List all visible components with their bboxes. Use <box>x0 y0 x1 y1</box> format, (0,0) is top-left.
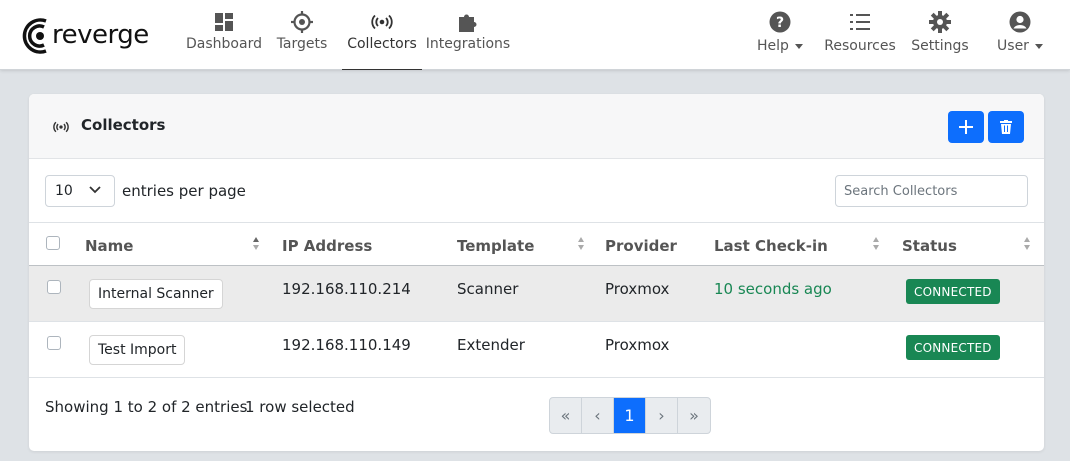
nav-targets[interactable]: Targets <box>276 0 328 70</box>
nav-dashboard[interactable]: Dashboard <box>186 0 262 70</box>
collectors-card: Collectors 10 entries per page Name IP A… <box>29 94 1044 451</box>
cell-template: Extender <box>457 336 525 354</box>
prev-page-button[interactable]: ‹ <box>582 398 614 433</box>
page-1-button[interactable]: 1 <box>614 398 646 433</box>
column-header-last-checkin[interactable]: Last Check-in <box>714 237 828 255</box>
nav-collectors[interactable]: Collectors <box>342 0 422 70</box>
next-page-button[interactable]: › <box>646 398 678 433</box>
collector-name-button[interactable]: Internal Scanner <box>89 279 223 309</box>
column-header-status[interactable]: Status <box>902 237 957 255</box>
nav-collectors-label: Collectors <box>347 36 417 52</box>
nav-user[interactable]: User <box>994 0 1046 70</box>
broadcast-icon <box>371 10 393 34</box>
nav-targets-label: Targets <box>276 36 328 52</box>
add-collector-button[interactable] <box>948 111 984 143</box>
sort-icon[interactable] <box>578 237 584 251</box>
gear-icon <box>929 10 951 34</box>
nav-resources[interactable]: Resources <box>824 0 896 70</box>
nav-settings-label: Settings <box>911 38 969 54</box>
collector-name-button[interactable]: Test Import <box>89 335 186 365</box>
cell-last-checkin: 10 seconds ago <box>714 280 832 298</box>
chevron-down-icon <box>1034 43 1043 49</box>
crosshair-icon <box>291 10 313 34</box>
svg-text:?: ? <box>776 15 784 31</box>
plus-icon <box>959 120 973 134</box>
table-toolbar: 10 entries per page <box>29 160 1044 222</box>
column-header-name[interactable]: Name <box>85 237 133 255</box>
cell-ip: 192.168.110.214 <box>282 280 411 298</box>
selection-info: 1 row selected <box>245 398 355 416</box>
card-title: Collectors <box>81 116 166 134</box>
select-all-checkbox[interactable] <box>46 236 60 250</box>
trash-icon <box>1000 120 1012 134</box>
sort-icon[interactable] <box>253 237 259 251</box>
table-row[interactable]: Test Import 192.168.110.149 Extender Pro… <box>29 322 1044 378</box>
broadcast-icon <box>53 118 69 137</box>
card-header: Collectors <box>29 94 1044 159</box>
first-page-button[interactable]: « <box>550 398 582 433</box>
nav-user-label: User <box>997 38 1029 54</box>
chevron-down-icon <box>89 186 101 194</box>
list-icon <box>849 10 871 34</box>
column-header-template[interactable]: Template <box>457 237 534 255</box>
column-header-ip: IP Address <box>282 237 373 255</box>
sort-icon[interactable] <box>873 237 879 251</box>
status-badge: CONNECTED <box>906 279 1000 304</box>
nav-settings[interactable]: Settings <box>911 0 969 70</box>
status-badge: CONNECTED <box>906 335 1000 360</box>
question-circle-icon: ? <box>769 10 791 34</box>
table-info: Showing 1 to 2 of 2 entries <box>45 398 248 416</box>
chevron-down-icon <box>794 43 803 49</box>
nav-help-label: Help <box>757 38 789 54</box>
search-input[interactable] <box>835 175 1028 207</box>
nav-dashboard-label: Dashboard <box>186 36 262 52</box>
row-checkbox[interactable] <box>47 280 61 294</box>
logo-text: reverge <box>52 20 149 50</box>
entries-per-page-label: entries per page <box>122 182 246 200</box>
table-row[interactable]: Internal Scanner 192.168.110.214 Scanner… <box>29 266 1044 322</box>
row-checkbox[interactable] <box>47 336 61 350</box>
puzzle-icon <box>457 10 479 34</box>
cell-ip: 192.168.110.149 <box>282 336 411 354</box>
column-header-provider: Provider <box>605 237 677 255</box>
nav-integrations-label: Integrations <box>425 36 511 52</box>
page-size-value: 10 <box>55 183 73 199</box>
cell-provider: Proxmox <box>605 336 670 354</box>
top-navbar: reverge Dashboard Targets Collectors Int… <box>0 0 1070 70</box>
cell-template: Scanner <box>457 280 519 298</box>
table-header: Name IP Address Template Provider Last C… <box>29 222 1044 266</box>
brand-logo[interactable]: reverge <box>20 12 149 58</box>
user-circle-icon <box>1009 10 1031 34</box>
nav-help[interactable]: ? Help <box>754 0 806 70</box>
delete-collector-button[interactable] <box>988 111 1024 143</box>
cell-provider: Proxmox <box>605 280 670 298</box>
nav-resources-label: Resources <box>824 38 896 54</box>
nav-integrations[interactable]: Integrations <box>426 0 510 70</box>
sort-icon[interactable] <box>1024 237 1030 251</box>
dashboard-icon <box>214 10 234 34</box>
logo-mark-icon <box>22 18 47 54</box>
last-page-button[interactable]: » <box>678 398 710 433</box>
pagination: « ‹ 1 › » <box>549 397 711 434</box>
page-size-select[interactable]: 10 <box>45 175 115 207</box>
